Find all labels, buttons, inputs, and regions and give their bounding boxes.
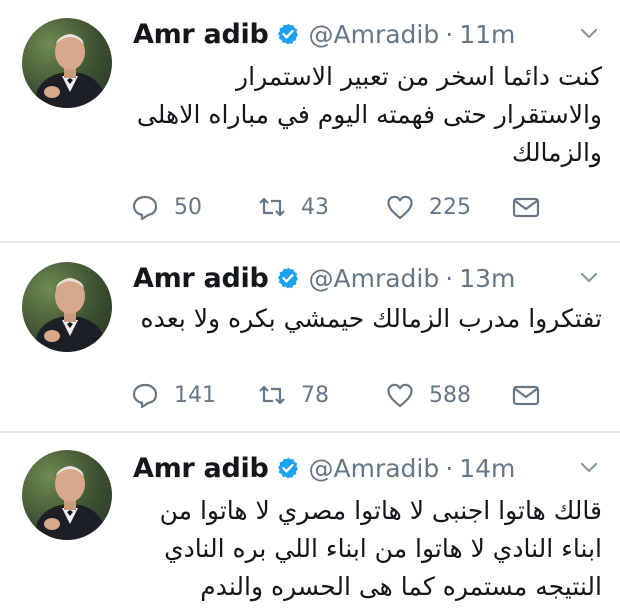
- author-handle[interactable]: @Amradib: [308, 20, 439, 49]
- reply-button[interactable]: 141: [130, 378, 216, 412]
- avatar[interactable]: [22, 450, 112, 540]
- tweet-time[interactable]: 11m: [459, 20, 515, 49]
- tweet[interactable]: Amr adib @Amradib · 14m قالك هاتوا اجنبى…: [0, 434, 620, 613]
- tweet[interactable]: Amr adib @Amradib · 13m تفتكروا مدرب الز…: [0, 244, 620, 432]
- retweet-icon: [257, 192, 287, 222]
- envelope-icon: [511, 192, 541, 222]
- author-name[interactable]: Amr adib: [133, 453, 269, 484]
- like-button[interactable]: 225: [385, 190, 471, 224]
- tweet-time[interactable]: 13m: [459, 264, 515, 293]
- direct-message-button[interactable]: [511, 378, 541, 412]
- reply-count: 50: [174, 194, 202, 220]
- author-handle[interactable]: @Amradib: [308, 264, 439, 293]
- divider: [0, 431, 620, 433]
- tweet[interactable]: Amr adib @Amradib · 11m كنت دائما اسخر م…: [0, 0, 620, 242]
- reply-icon: [130, 192, 160, 222]
- like-count: 225: [429, 194, 471, 220]
- reply-button[interactable]: 50: [130, 190, 202, 224]
- verified-badge-icon: [276, 22, 300, 46]
- like-count: 588: [429, 382, 471, 408]
- retweet-count: 78: [301, 382, 329, 408]
- tweet-header: Amr adib @Amradib · 13m: [133, 258, 515, 298]
- heart-icon: [385, 192, 415, 222]
- tweet-header: Amr adib @Amradib · 14m: [133, 448, 515, 488]
- tweet-header: Amr adib @Amradib · 11m: [133, 14, 515, 54]
- retweet-count: 43: [301, 194, 329, 220]
- avatar[interactable]: [22, 262, 112, 352]
- envelope-icon: [511, 380, 541, 410]
- tweet-time[interactable]: 14m: [459, 454, 515, 483]
- separator-dot: ·: [445, 453, 454, 483]
- tweet-actions: 50 43 225: [0, 190, 620, 224]
- retweet-button[interactable]: 78: [257, 378, 329, 412]
- tweet-timeline: Amr adib @Amradib · 11m كنت دائما اسخر م…: [0, 0, 620, 613]
- like-button[interactable]: 588: [385, 378, 471, 412]
- retweet-button[interactable]: 43: [257, 190, 329, 224]
- separator-dot: ·: [445, 263, 454, 293]
- direct-message-button[interactable]: [511, 190, 541, 224]
- tweet-actions: 141 78 588: [0, 378, 620, 412]
- verified-badge-icon: [276, 266, 300, 290]
- verified-badge-icon: [276, 456, 300, 480]
- chevron-down-icon[interactable]: [578, 456, 600, 478]
- tweet-text: كنت دائما اسخر من تعبير الاستمرار والاست…: [136, 62, 602, 167]
- retweet-icon: [257, 380, 287, 410]
- tweet-text: تفتكروا مدرب الزمالك حيمشي بكره ولا بعده: [140, 304, 602, 333]
- separator-dot: ·: [445, 19, 454, 49]
- author-name[interactable]: Amr adib: [133, 263, 269, 294]
- heart-icon: [385, 380, 415, 410]
- reply-icon: [130, 380, 160, 410]
- author-handle[interactable]: @Amradib: [308, 454, 439, 483]
- reply-count: 141: [174, 382, 216, 408]
- avatar[interactable]: [22, 18, 112, 108]
- author-name[interactable]: Amr adib: [133, 19, 269, 50]
- chevron-down-icon[interactable]: [578, 22, 600, 44]
- chevron-down-icon[interactable]: [578, 266, 600, 288]
- tweet-text: قالك هاتوا اجنبى لا هاتوا مصري لا هاتوا …: [159, 496, 602, 601]
- divider: [0, 241, 620, 243]
